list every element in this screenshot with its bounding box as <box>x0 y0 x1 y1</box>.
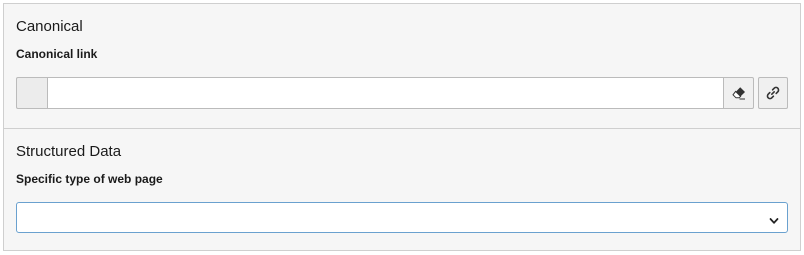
clear-canonical-link-button[interactable] <box>724 77 754 109</box>
structured-data-section-title: Structured Data <box>16 143 122 160</box>
eraser-icon <box>731 85 747 101</box>
web-page-type-label: Specific type of web page <box>16 172 163 186</box>
canonical-link-addon <box>16 77 47 109</box>
canonical-link-input[interactable] <box>47 77 724 109</box>
seo-settings-panel: Canonical Canonical link Structured Data… <box>3 3 801 251</box>
link-browser-button[interactable] <box>758 77 788 109</box>
structured-data-section: Structured Data Specific type of web pag… <box>4 128 800 251</box>
canonical-section: Canonical Canonical link <box>4 4 800 128</box>
canonical-link-label: Canonical link <box>16 47 98 61</box>
link-icon <box>765 85 781 101</box>
chevron-down-icon <box>769 213 779 231</box>
canonical-link-input-group <box>16 77 754 109</box>
web-page-type-select[interactable] <box>16 202 788 233</box>
canonical-section-title: Canonical <box>16 18 83 35</box>
